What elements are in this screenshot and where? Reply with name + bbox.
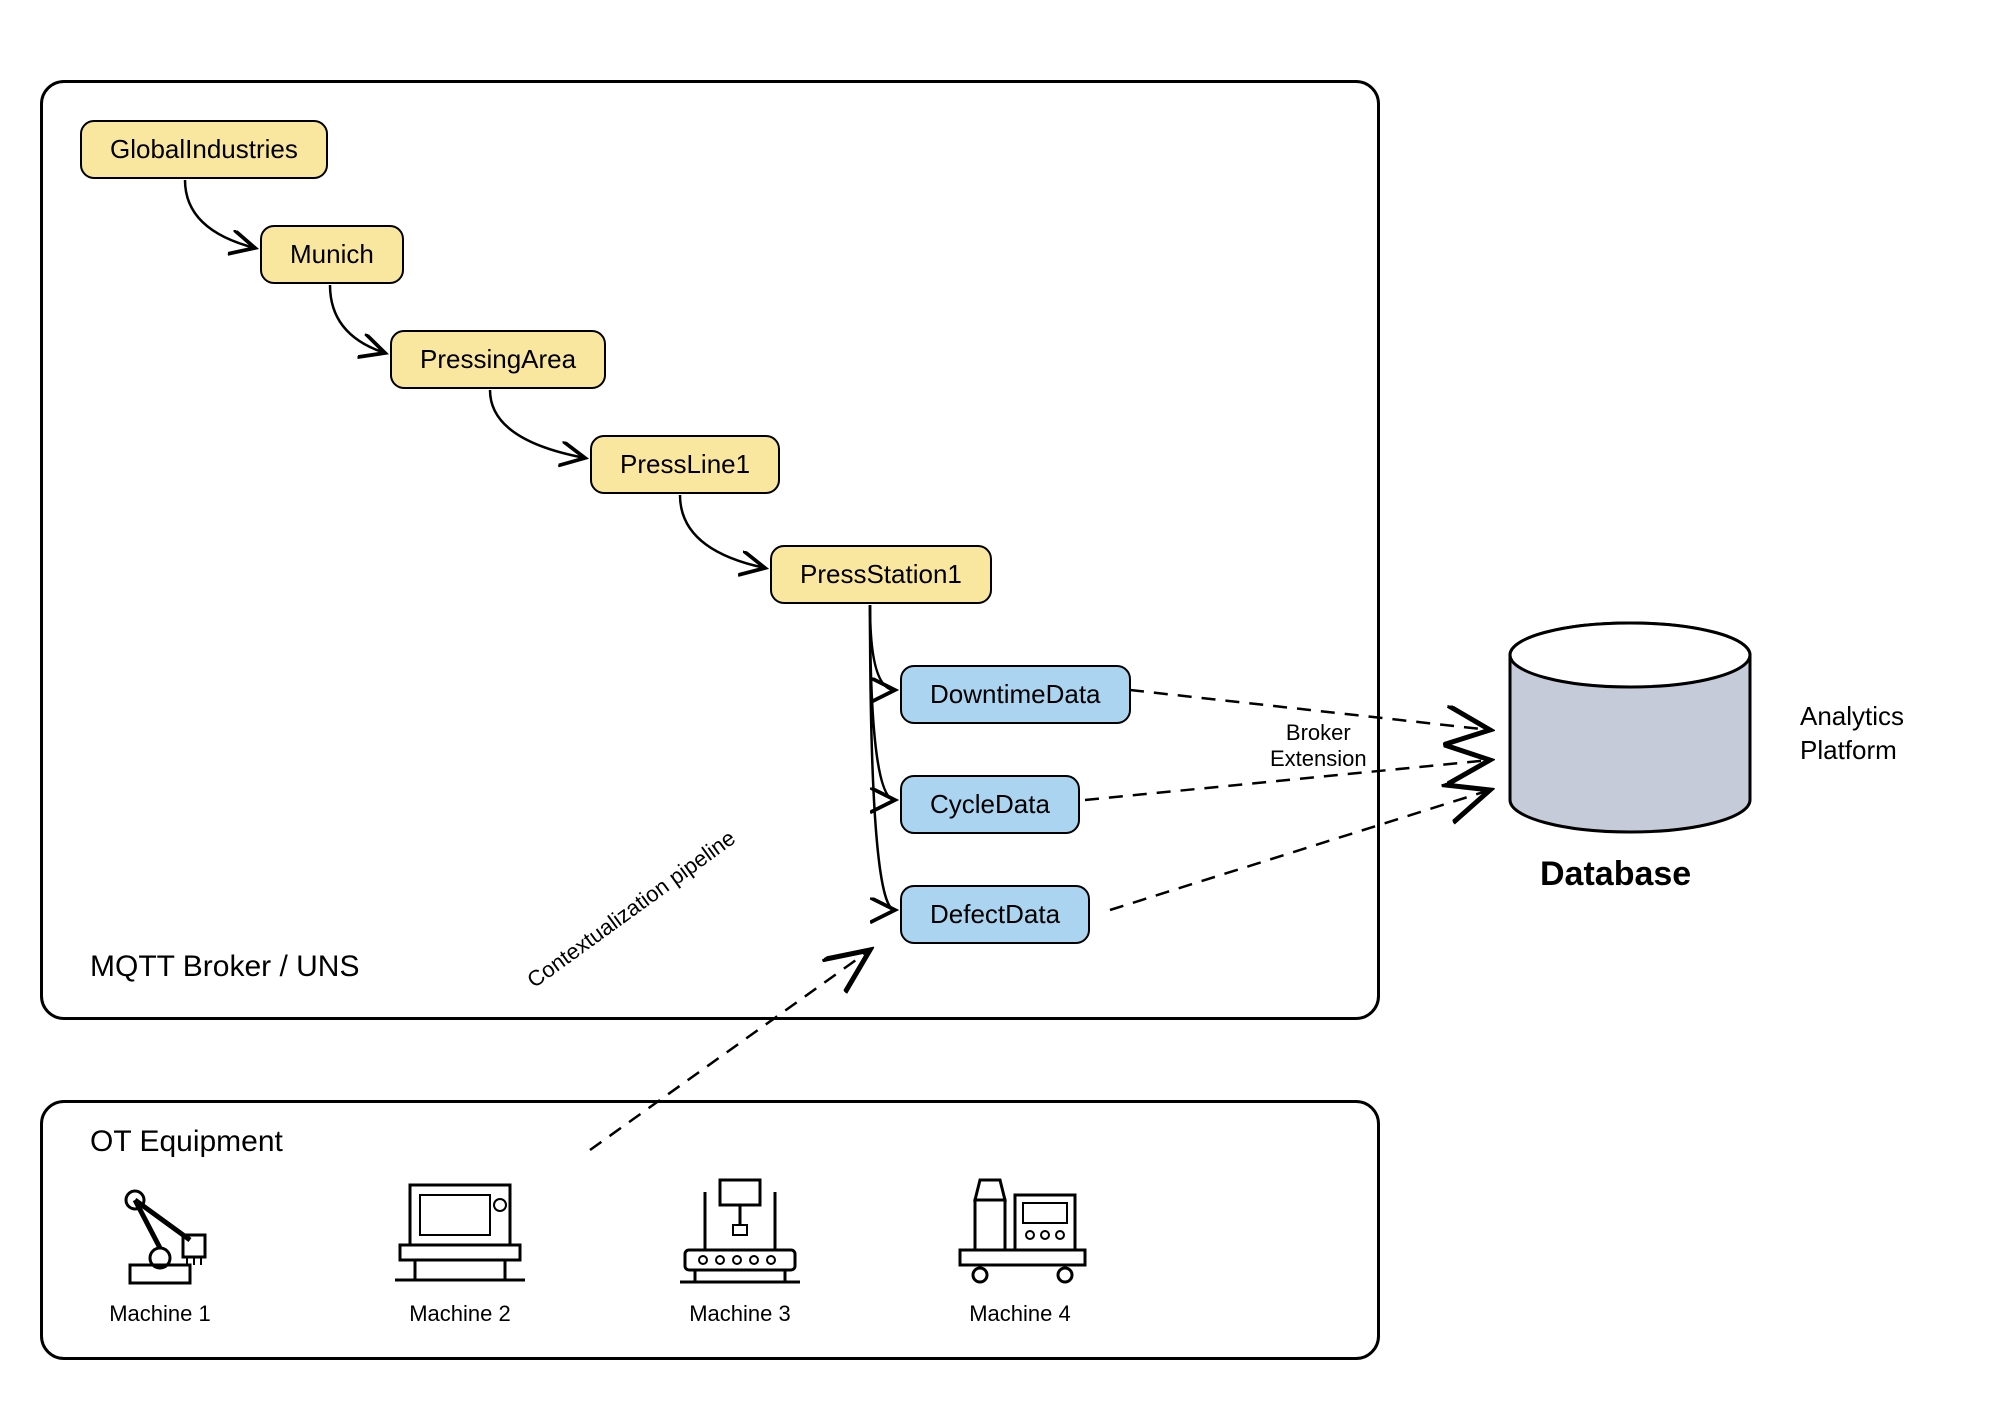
node-munich: Munich xyxy=(260,225,404,284)
broker-panel xyxy=(40,80,1380,1020)
cnc-machine-icon xyxy=(665,1170,815,1290)
machine-2-label: Machine 2 xyxy=(370,1301,550,1327)
analytics-platform-label: Analytics Platform xyxy=(1800,700,1904,768)
analytics-line2: Platform xyxy=(1800,735,1897,765)
machine-3-label: Machine 3 xyxy=(650,1301,830,1327)
node-global-industries: GlobalIndustries xyxy=(80,120,328,179)
machine-3: Machine 3 xyxy=(650,1170,830,1327)
node-pressing-area: PressingArea xyxy=(390,330,606,389)
machine-4: Machine 4 xyxy=(930,1170,1110,1327)
broker-panel-label: MQTT Broker / UNS xyxy=(90,950,359,984)
machine-1: Machine 1 xyxy=(70,1170,250,1327)
machine-2: Machine 2 xyxy=(370,1170,550,1327)
broker-extension-label: Broker Extension xyxy=(1270,720,1367,772)
broker-ext-line2: Extension xyxy=(1270,746,1367,771)
robot-arm-icon xyxy=(95,1170,225,1290)
node-defect-data: DefectData xyxy=(900,885,1090,944)
node-pressline1: PressLine1 xyxy=(590,435,780,494)
press-machine-icon xyxy=(385,1170,535,1290)
database-icon xyxy=(1500,620,1760,840)
machine-4-label: Machine 4 xyxy=(930,1301,1110,1327)
node-pressstation1: PressStation1 xyxy=(770,545,992,604)
broker-ext-line1: Broker xyxy=(1286,720,1351,745)
analytics-line1: Analytics xyxy=(1800,701,1904,731)
node-downtime-data: DowntimeData xyxy=(900,665,1131,724)
machine-1-label: Machine 1 xyxy=(70,1301,250,1327)
node-cycle-data: CycleData xyxy=(900,775,1080,834)
equipment-panel-label: OT Equipment xyxy=(90,1125,283,1159)
database-label: Database xyxy=(1540,855,1691,894)
packaging-machine-icon xyxy=(935,1170,1105,1290)
